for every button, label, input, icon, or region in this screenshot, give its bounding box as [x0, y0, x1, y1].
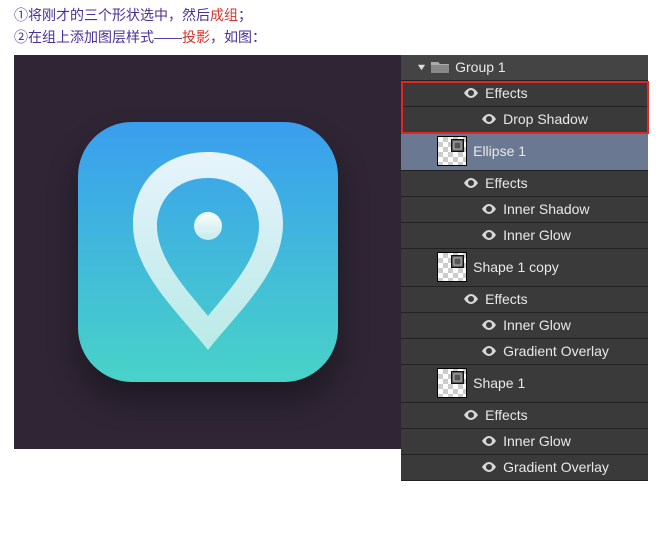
- group-label: Group 1: [455, 59, 642, 75]
- shape1-label: Shape 1: [473, 375, 642, 391]
- vector-mask-icon: [451, 255, 464, 268]
- layer-thumbnail: [437, 136, 467, 166]
- layer-group-1[interactable]: Group 1: [401, 55, 648, 81]
- visibility-eye-icon[interactable]: [481, 459, 497, 475]
- shape1copy-label: Shape 1 copy: [473, 259, 642, 275]
- twirl-down-icon[interactable]: [417, 63, 427, 72]
- pin-icon: [123, 142, 293, 362]
- inner-glow-row[interactable]: Inner Glow: [401, 429, 648, 455]
- visibility-eye-icon[interactable]: [463, 407, 479, 423]
- layers-panel[interactable]: Group 1 Effects Drop Shadow: [401, 55, 648, 481]
- gradient-overlay-row[interactable]: Gradient Overlay: [401, 455, 648, 481]
- inner-shadow-label: Inner Shadow: [503, 201, 642, 217]
- gradient-overlay-label: Gradient Overlay: [503, 459, 642, 475]
- preview-canvas: [14, 55, 401, 449]
- layer-ellipse-1[interactable]: Ellipse 1: [401, 133, 648, 171]
- effects-label: Effects: [485, 85, 642, 101]
- folder-icon: [431, 60, 449, 74]
- vector-mask-icon: [451, 371, 464, 384]
- drop-shadow-row[interactable]: Drop Shadow: [401, 107, 648, 133]
- ellipse-effects-row[interactable]: Effects: [401, 171, 648, 197]
- shape1copy-effects-row[interactable]: Effects: [401, 287, 648, 313]
- inner-glow-label: Inner Glow: [503, 317, 642, 333]
- ellipse-label: Ellipse 1: [473, 143, 642, 159]
- line2-post: ，如图：: [210, 29, 266, 45]
- layer-thumbnail: [437, 252, 467, 282]
- line1-red: 成组: [210, 7, 238, 23]
- visibility-eye-icon[interactable]: [463, 85, 479, 101]
- group-effects-row[interactable]: Effects: [401, 81, 648, 107]
- line2-red: 投影: [182, 29, 210, 45]
- effects-label: Effects: [485, 175, 642, 191]
- inner-glow-label: Inner Glow: [503, 227, 642, 243]
- inner-glow-row[interactable]: Inner Glow: [401, 223, 648, 249]
- visibility-eye-icon[interactable]: [481, 227, 497, 243]
- line2-pre: ②在组上添加图层样式——: [14, 29, 182, 45]
- visibility-eye-icon[interactable]: [481, 343, 497, 359]
- vector-mask-icon: [451, 139, 464, 152]
- inner-shadow-row[interactable]: Inner Shadow: [401, 197, 648, 223]
- gradient-overlay-label: Gradient Overlay: [503, 343, 642, 359]
- visibility-eye-icon[interactable]: [463, 175, 479, 191]
- instructions-text: ①将刚才的三个形状选中，然后成组； ②在组上添加图层样式——投影，如图：: [0, 0, 662, 55]
- effects-label: Effects: [485, 407, 642, 423]
- line1-post: ；: [238, 7, 252, 23]
- visibility-eye-icon[interactable]: [481, 433, 497, 449]
- visibility-eye-icon[interactable]: [481, 201, 497, 217]
- drop-shadow-label: Drop Shadow: [503, 111, 642, 127]
- rounded-icon: [78, 122, 338, 382]
- visibility-eye-icon[interactable]: [463, 291, 479, 307]
- layer-shape-1[interactable]: Shape 1: [401, 365, 648, 403]
- layer-thumbnail: [437, 368, 467, 398]
- effects-label: Effects: [485, 291, 642, 307]
- shape1-effects-row[interactable]: Effects: [401, 403, 648, 429]
- line1-pre: ①将刚才的三个形状选中，然后: [14, 7, 210, 23]
- layer-shape-1-copy[interactable]: Shape 1 copy: [401, 249, 648, 287]
- visibility-eye-icon[interactable]: [481, 111, 497, 127]
- inner-glow-row[interactable]: Inner Glow: [401, 313, 648, 339]
- gradient-overlay-row[interactable]: Gradient Overlay: [401, 339, 648, 365]
- inner-glow-label: Inner Glow: [503, 433, 642, 449]
- visibility-eye-icon[interactable]: [481, 317, 497, 333]
